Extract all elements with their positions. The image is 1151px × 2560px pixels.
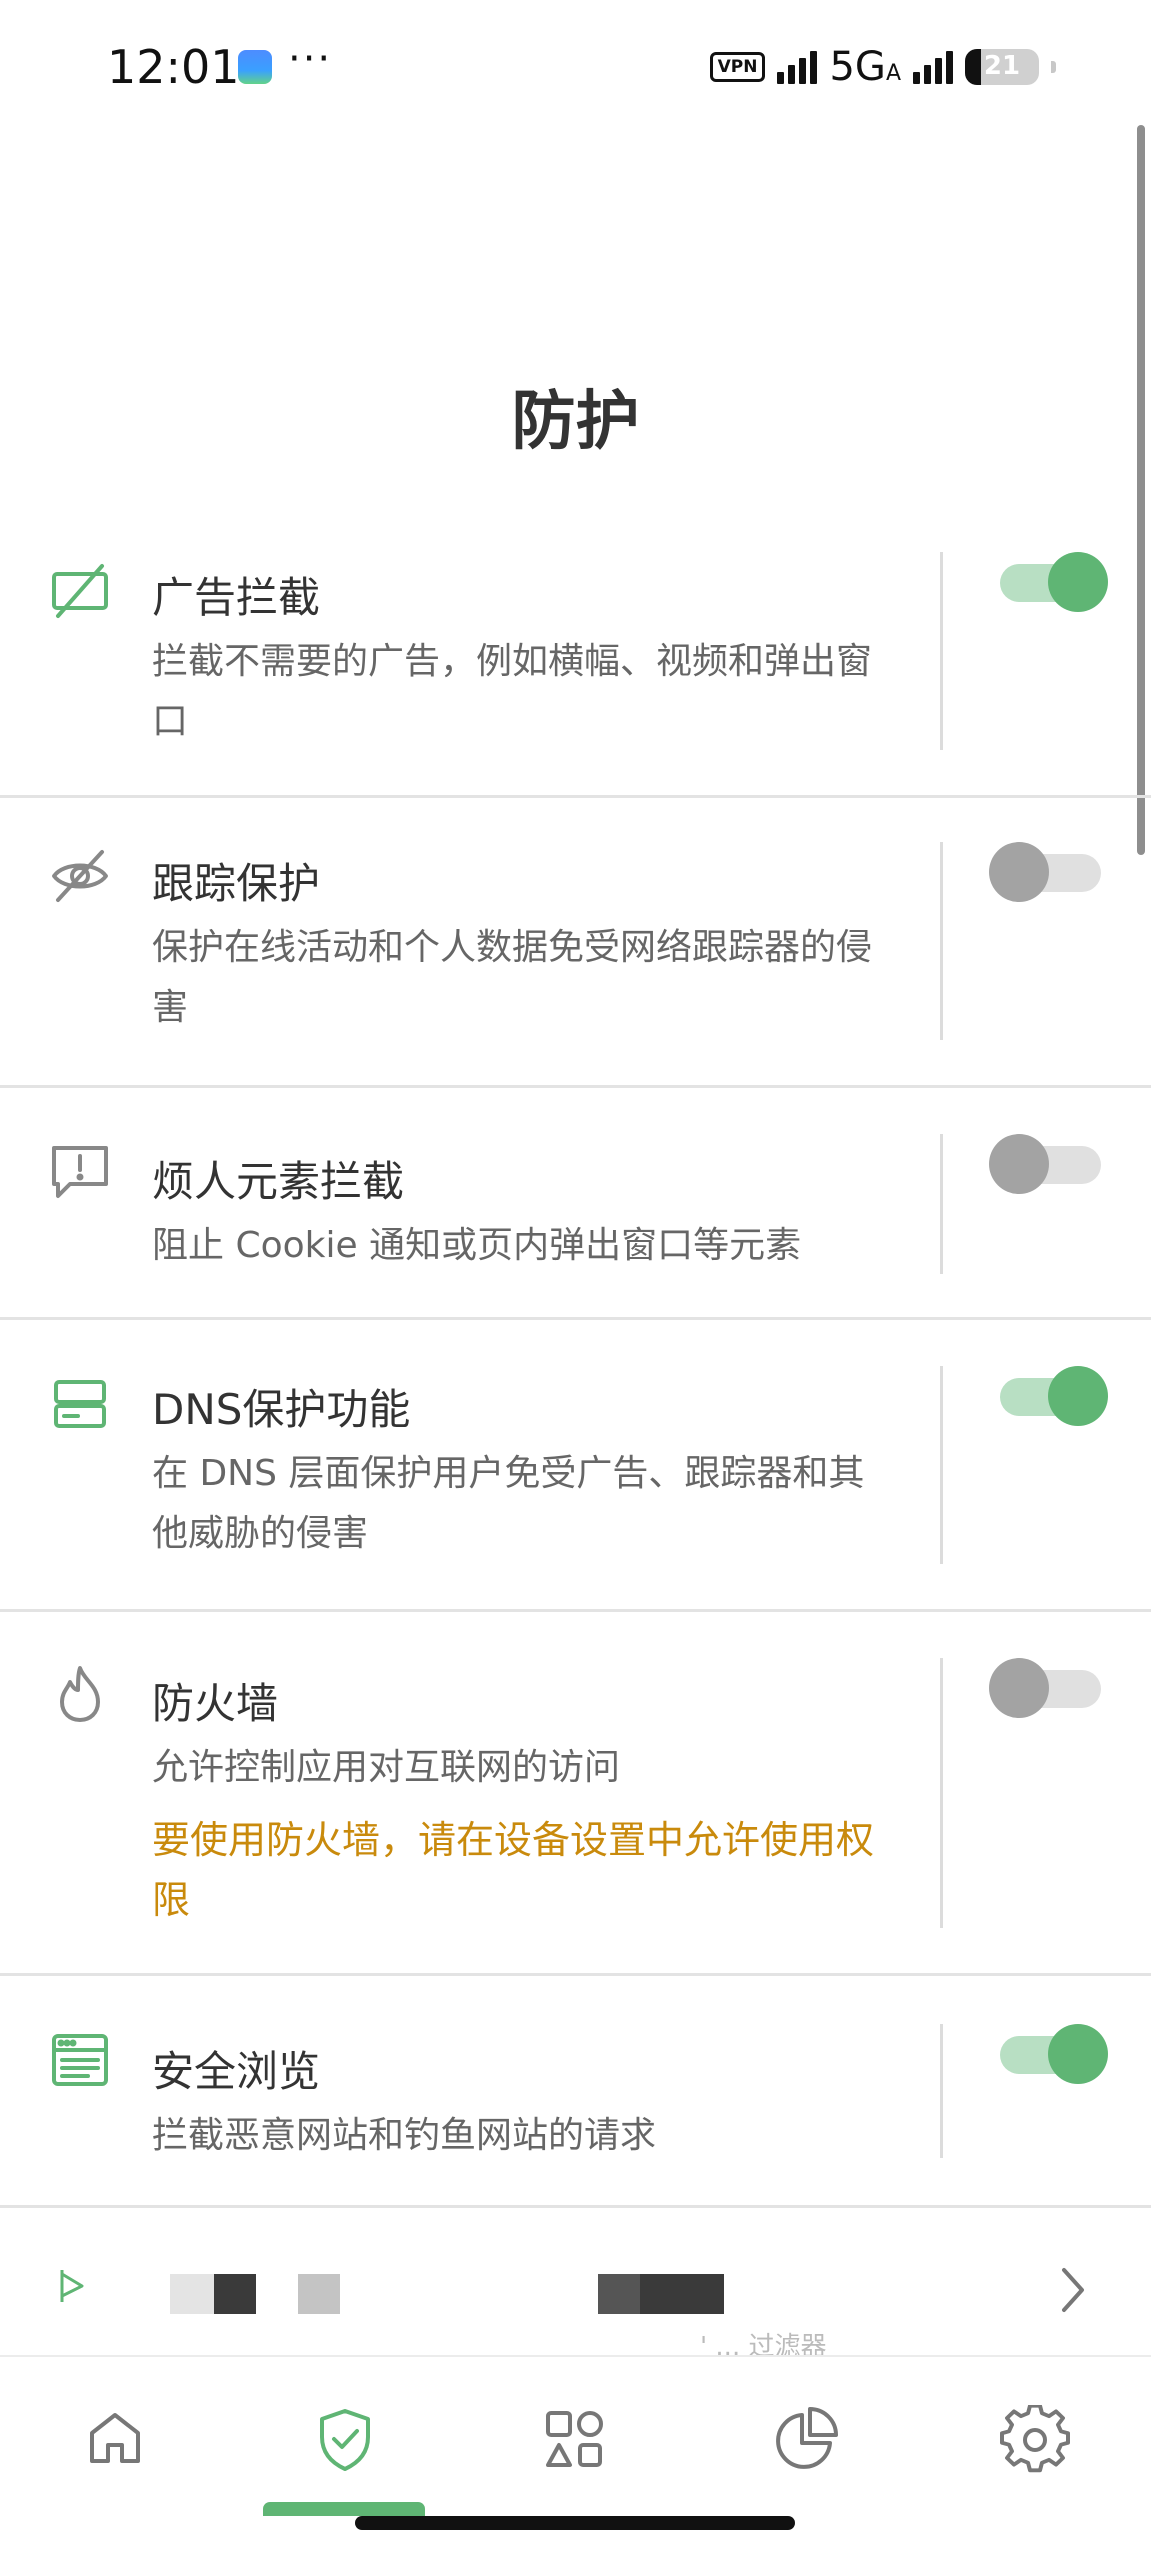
browser-window-icon — [48, 2028, 112, 2092]
row-divider — [940, 1366, 943, 1564]
feature-row-tracking-protection[interactable]: 跟踪保护 保护在线活动和个人数据免受网络跟踪器的侵害 — [0, 798, 1151, 1088]
chevron-right-icon[interactable] — [1052, 2260, 1092, 2320]
filters-banner[interactable]: ' ... 过滤器 — [0, 2205, 1151, 2362]
ad-blocking-toggle[interactable] — [1000, 552, 1110, 612]
status-bar: 12:01 ··· VPN 5GA 21 — [0, 0, 1151, 130]
alert-message-icon — [48, 1140, 112, 1204]
obscured-block — [170, 2274, 214, 2314]
ad-block-icon — [48, 560, 112, 624]
battery-level: 21 — [983, 51, 1021, 81]
feature-description: 阻止 Cookie 通知或页内弹出窗口等元素 — [152, 1225, 802, 1266]
annoyance-blocking-toggle[interactable] — [989, 1134, 1105, 1194]
more-notifications-icon: ··· — [288, 36, 333, 82]
gear-icon — [1000, 2405, 1070, 2473]
status-time: 12:01 — [107, 40, 240, 94]
tracking-protection-toggle[interactable] — [989, 842, 1105, 902]
safe-browsing-toggle[interactable] — [1000, 2024, 1110, 2084]
nav-settings[interactable] — [990, 2395, 1080, 2485]
obscured-block — [640, 2274, 724, 2314]
feature-title: 烦人元素拦截 — [152, 1157, 405, 1206]
row-divider — [940, 552, 943, 750]
home-icon — [90, 2413, 140, 2463]
signal-icon-2 — [913, 50, 953, 84]
row-divider — [940, 1134, 943, 1274]
feature-row-safe-browsing[interactable]: 安全浏览 拦截恶意网站和钓鱼网站的请求 — [0, 1976, 1151, 2205]
battery-cap — [1051, 61, 1056, 73]
network-type-label: 5G — [829, 44, 886, 90]
status-indicators: VPN 5GA 21 — [709, 44, 1056, 90]
obscured-block — [214, 2274, 256, 2314]
flag-icon — [58, 2266, 88, 2306]
feature-row-ad-blocking[interactable]: 广告拦截 拦截不需要的广告，例如横幅、视频和弹出窗口 — [0, 540, 1151, 798]
row-divider — [940, 1658, 943, 1928]
feature-description: 在 DNS 层面保护用户免受广告、跟踪器和其他威胁的侵害 — [152, 1453, 865, 1554]
row-divider — [940, 2024, 943, 2158]
pie-chart-icon — [776, 2407, 838, 2469]
obscured-block — [598, 2274, 640, 2314]
nav-apps[interactable] — [530, 2395, 620, 2485]
eye-off-icon — [48, 844, 112, 908]
feature-row-firewall[interactable]: 防火墙 允许控制应用对互联网的访问 要使用防火墙，请在设备设置中允许使用权限 — [0, 1612, 1151, 1976]
feature-description: 拦截不需要的广告，例如横幅、视频和弹出窗口 — [152, 641, 873, 742]
feature-description: 保护在线活动和个人数据免受网络跟踪器的侵害 — [152, 927, 873, 1028]
feature-row-annoyance-blocking[interactable]: 烦人元素拦截 阻止 Cookie 通知或页内弹出窗口等元素 — [0, 1088, 1151, 1320]
vpn-icon: VPN — [709, 52, 766, 82]
nav-home[interactable] — [70, 2395, 160, 2485]
feature-row-dns-protection[interactable]: DNS保护功能 在 DNS 层面保护用户免受广告、跟踪器和其他威胁的侵害 — [0, 1320, 1151, 1612]
flame-icon — [48, 1662, 112, 1726]
notification-app-icon — [238, 50, 272, 84]
obscured-block — [298, 2274, 340, 2314]
row-divider — [940, 842, 943, 1040]
feature-title: DNS保护功能 — [152, 1385, 411, 1434]
firewall-toggle[interactable] — [989, 1658, 1105, 1718]
screen: 12:01 ··· VPN 5GA 21 防护 广告拦截 拦截不需要的广告，例如… — [0, 0, 1151, 2560]
server-icon — [48, 1372, 112, 1436]
feature-title: 广告拦截 — [152, 573, 321, 622]
firewall-permission-warning[interactable]: 要使用防火墙，请在设备设置中允许使用权限 — [152, 1810, 892, 1930]
feature-description: 允许控制应用对互联网的访问 — [152, 1747, 621, 1788]
network-type: 5GA — [829, 44, 901, 90]
active-tab-indicator — [263, 2502, 425, 2516]
feature-description: 拦截恶意网站和钓鱼网站的请求 — [152, 2115, 657, 2156]
network-type-suffix: A — [885, 61, 901, 86]
feature-title: 安全浏览 — [152, 2047, 321, 2096]
home-indicator-bar[interactable] — [355, 2516, 795, 2530]
battery-icon: 21 — [965, 49, 1039, 85]
apps-grid-icon — [546, 2411, 603, 2467]
feature-title: 防火墙 — [152, 1679, 279, 1728]
signal-icon — [777, 50, 818, 84]
shield-check-icon — [320, 2409, 370, 2471]
dns-protection-toggle[interactable] — [1000, 1366, 1110, 1426]
page-title: 防护 — [511, 385, 640, 459]
feature-title: 跟踪保护 — [152, 859, 321, 908]
nav-protection[interactable] — [300, 2395, 390, 2485]
nav-statistics[interactable] — [760, 2395, 850, 2485]
